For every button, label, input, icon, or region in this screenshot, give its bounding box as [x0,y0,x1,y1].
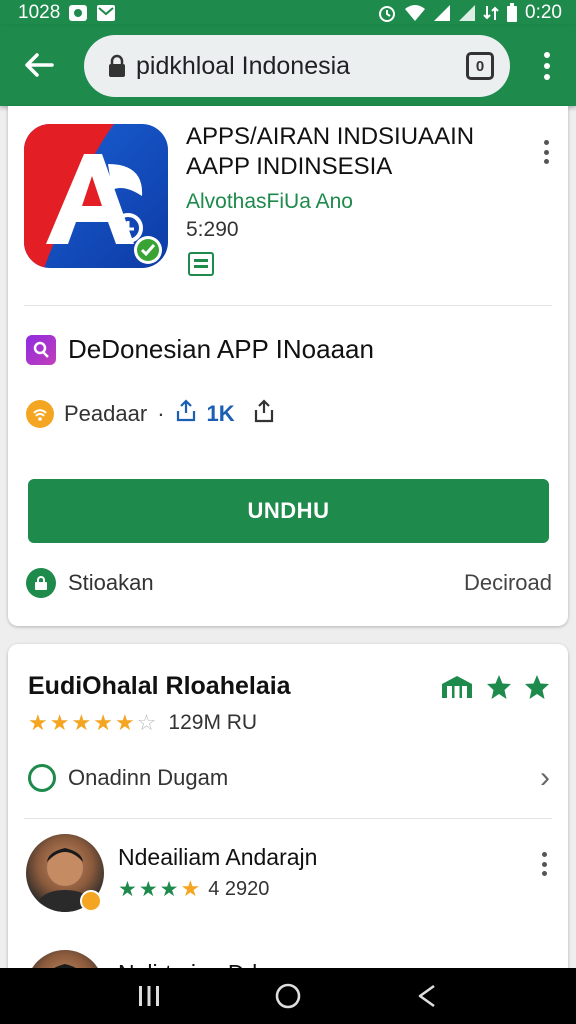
app-details-card: APPS/AIRAN INDSIUAAIN AAPP INDINSESIA Al… [8,106,568,626]
avatar-badge-icon [80,890,102,912]
bottom-left-label: Stioakan [68,570,154,595]
meta-stat: 1K [206,401,235,426]
recents-icon [139,986,160,1006]
app-title-line-1: APPS/AIRAN INDSIUAAIN [186,123,475,150]
signal-icon-2 [458,4,476,22]
data-icon [483,4,499,22]
rating-stars: ★ ★ ★ ★ ★ ☆ 129M RU [28,710,257,736]
divider [24,818,552,819]
battery-icon [506,3,518,23]
menu-dot [541,871,547,876]
home-button[interactable] [268,976,308,1016]
bottom-row: Stioakan Deciroad [26,568,552,598]
developer-name: DeDonesian APP INoaaan [68,334,374,364]
star-icon: ★ [93,710,113,735]
reviews-card: EudiOhalal Rloahelaia ★ ★ ★ ★ ★ ☆ 129M R… [8,644,568,984]
meta-label: Peadaar [64,401,148,426]
star-icon[interactable] [524,674,550,705]
back-nav-button[interactable] [407,976,447,1016]
app-logo-icon [24,124,162,268]
search-icon [28,764,56,792]
back-triangle-icon [418,984,435,1008]
review-options-button[interactable] [534,848,554,880]
menu-dot [541,861,547,867]
menu-dot [544,74,550,80]
mail-icon [96,4,116,22]
content-rating-icon [188,252,214,276]
meta-row: Peadaar · 1K [26,398,275,430]
address-bar[interactable]: pidkhloal Indonesia 0 [84,35,510,97]
overflow-menu-button[interactable] [532,48,562,84]
menu-dot [543,159,549,164]
chevron-right-icon: › [540,761,550,794]
share-icon[interactable] [253,398,275,430]
menu-dot [541,852,547,857]
meta-separator: · [157,401,165,426]
star-icon: ★ [114,710,135,735]
app-icon[interactable] [24,124,168,268]
system-nav-bar [0,968,576,1024]
browser-toolbar: pidkhloal Indonesia 0 [0,26,576,106]
bottom-right-link[interactable]: Deciroad [464,570,552,596]
shield-icon [26,568,56,598]
reviews-link-label: Onadinn Dugam [68,765,229,790]
app-size: 5:290 [186,218,239,241]
status-bar-left: 1028 [18,2,116,24]
status-bar-right: 0:20 [377,2,562,24]
star-icon: ★ [138,877,158,901]
home-icon [275,983,301,1009]
star-icon: ★ [118,877,137,901]
tab-switcher-button[interactable]: 0 [466,52,494,80]
rating-count: 129M RU [168,711,258,734]
reviewer-name: Ndeailiam Andarajn [118,844,318,870]
upload-icon [175,399,197,429]
recents-button[interactable] [129,976,169,1016]
reviewer-rating: ★ ★ ★ ★ 4 2920 [118,876,269,902]
star-icon: ★ [49,710,70,735]
app-title: APPS/AIRAN INDSIUAAIN AAPP INDINSESIA [186,122,516,182]
notification-icon [68,4,88,22]
star-icon: ★ [180,876,201,901]
url-text[interactable]: pidkhloal Indonesia [136,52,466,81]
store-icon[interactable] [440,674,474,705]
reviews-title: EudiOhalal Rloahelaia [28,672,291,700]
star-icon: ★ [159,877,179,901]
review-item[interactable]: Ndeailiam Andarajn ★ ★ ★ ★ 4 2920 [26,834,556,918]
app-title-line-2: AAPP INDINSESIA [186,153,393,180]
menu-dot [544,52,550,58]
arrow-left-icon [25,53,54,77]
back-button[interactable] [22,48,56,82]
star-icon: ★ [71,710,92,735]
divider [24,305,552,306]
app-options-button[interactable] [536,136,556,168]
star-icon: ★ [28,710,48,735]
menu-dot [544,63,550,69]
developer-row[interactable]: DeDonesian APP INoaaan [26,334,374,365]
developer-icon [26,334,56,365]
wifi-icon [404,4,426,22]
install-button[interactable]: UNDHU [28,479,549,543]
reviews-link-row[interactable]: Onadinn Dugam › [28,758,550,798]
status-time-right: 0:20 [525,2,562,23]
reviews-icons [440,674,550,705]
alarm-icon [377,3,397,23]
star-outline-icon: ☆ [136,710,157,735]
lock-icon [109,54,125,77]
status-time-left: 1028 [18,2,61,23]
star-icon[interactable] [486,674,512,705]
menu-dot [543,140,549,145]
reviewer-rating-value: 4 2920 [208,877,270,900]
menu-dot [543,149,549,155]
rss-icon [26,400,54,428]
status-bar: 1028 0:20 [0,0,576,26]
app-developer-link[interactable]: AlvothasFiUa Ano [186,190,353,214]
signal-icon [433,4,451,22]
